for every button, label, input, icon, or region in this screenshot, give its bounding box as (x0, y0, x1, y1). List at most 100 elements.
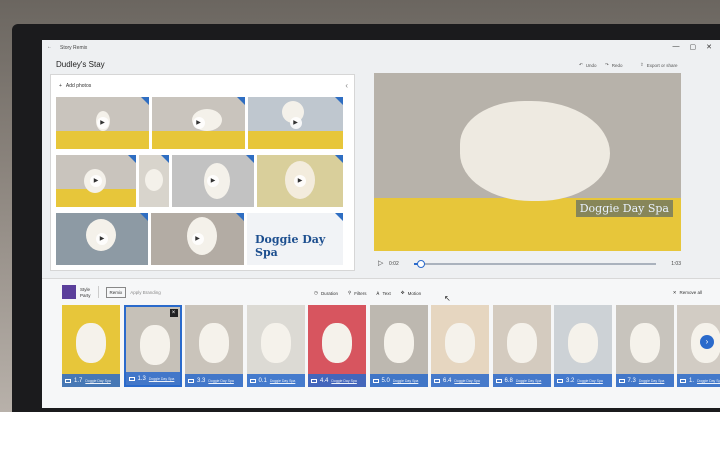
video-clip-icon (372, 378, 379, 383)
back-arrow-icon[interactable]: ← (47, 44, 52, 50)
clock-icon: ◷ (314, 290, 318, 295)
project-library: + Add photos ‹ ▶ ▶ ▶ ▶ ▶ ▶ ▶ ▶ Doggie Da… (50, 74, 355, 271)
clip-duration: 7.3 (627, 377, 636, 384)
clip-caption: 3.2 Doggie Day Spa (554, 374, 612, 387)
clip-subject (139, 325, 170, 365)
undo-icon: ↶ (579, 62, 583, 67)
export-icon: ⇪ (640, 62, 644, 67)
clip-duration: 3.2 (566, 377, 575, 384)
remove-clip-icon[interactable]: × (169, 309, 178, 317)
storyboard-clip[interactable]: 1. Doggie Day Spa (677, 305, 720, 387)
library-thumbnail[interactable]: ▶ (151, 213, 244, 265)
clip-caption: 6.8 Doggie Day Spa (492, 374, 551, 387)
playback-controls: ▷ 0:02 1:03 (374, 256, 681, 272)
video-clip-icon (249, 378, 256, 383)
storyboard-clip[interactable]: 6.4 Doggie Day Spa (431, 305, 489, 387)
seek-bar[interactable] (414, 260, 656, 268)
play-icon: ▶ (96, 117, 109, 129)
video-clip-icon (680, 378, 686, 383)
clip-title-text: Doggie Day Spa (331, 378, 357, 383)
storyboard-clip[interactable]: 3.2 Doggie Day Spa (554, 305, 612, 387)
clip-title-text: Doggie Day Spa (697, 378, 720, 383)
clip-subject (383, 323, 414, 363)
maximize-button[interactable]: ▢ (690, 43, 697, 51)
clip-caption: 1.7 Doggie Day Spa (62, 374, 120, 387)
text-icon: Ꭺ (376, 290, 380, 296)
app-window: ← Story Remix — ▢ ✕ Dudley's Stay ↶ Undo … (42, 40, 720, 408)
library-thumbnail[interactable]: ▶ (172, 155, 254, 207)
video-clip-icon (495, 378, 502, 383)
video-clip-icon (618, 378, 625, 383)
duration-button[interactable]: ◷ Duration (314, 290, 338, 296)
mouse-cursor: ↖ (444, 294, 451, 303)
storyboard-clip[interactable]: 7.3 Doggie Day Spa (615, 305, 674, 387)
library-thumbnail[interactable]: Doggie Day Spa (247, 213, 343, 265)
clip-caption: 4.4 Doggie Day Spa (308, 374, 366, 387)
clip-caption: 1. Doggie Day Spa (677, 374, 720, 387)
play-icon: ▶ (191, 233, 204, 245)
play-icon: ▶ (90, 175, 102, 187)
video-preview[interactable]: Doggie Day Spa (374, 73, 681, 251)
video-clip-icon (128, 376, 135, 381)
collapse-chevron-icon[interactable]: ‹ (345, 81, 348, 90)
library-thumbnail[interactable] (139, 155, 169, 207)
storyboard-clip[interactable]: 3.3 Doggie Day Spa (185, 305, 243, 387)
redo-button[interactable]: ↷ Redo (605, 62, 623, 68)
library-thumbnail[interactable]: ▶ (56, 213, 148, 265)
library-thumbnail[interactable]: ▶ (152, 97, 245, 149)
title-card-text: Doggie Day Spa (255, 233, 326, 259)
video-clip-icon (188, 378, 194, 383)
clip-caption: 3.3 Doggie Day Spa (185, 374, 243, 387)
close-icon: ✕ (672, 290, 677, 295)
clip-subject (629, 323, 660, 363)
apply-branding-button[interactable]: Apply Branding (130, 290, 161, 295)
library-thumbnail[interactable]: ▶ (248, 97, 343, 149)
text-button[interactable]: Ꭺ Text (377, 290, 391, 296)
play-icon: ▶ (192, 117, 205, 129)
library-thumbnail[interactable]: ▶ (257, 155, 343, 207)
library-thumbnail[interactable]: ▶ (56, 155, 136, 207)
clip-subject (445, 323, 475, 363)
filters-button[interactable]: ⚲ Filters (348, 290, 367, 296)
remove-all-button[interactable]: ✕ Remove all (673, 290, 702, 296)
clip-duration: 1. (689, 377, 695, 384)
remix-button[interactable]: Remix (105, 286, 127, 298)
add-photos-button[interactable]: + Add photos (59, 83, 91, 89)
preview-subject (460, 101, 610, 201)
clip-caption: 6.4 Doggie Day Spa (431, 374, 489, 387)
project-title[interactable]: Dudley's Stay (56, 60, 105, 69)
close-button[interactable]: ✕ (706, 43, 712, 51)
clip-subject (568, 323, 598, 363)
clip-subject (322, 323, 352, 363)
seek-handle[interactable] (417, 260, 426, 268)
clip-duration: 6.4 (443, 377, 452, 384)
undo-button[interactable]: ↶ Undo (579, 62, 597, 68)
clip-duration: 4.4 (320, 377, 329, 384)
motion-icon: ✥ (400, 290, 405, 295)
clip-caption: 0.1 Doggie Day Spa (246, 374, 305, 387)
library-thumbnail[interactable]: ▶ (56, 97, 149, 149)
storyboard-clip[interactable]: 1.7 Doggie Day Spa (62, 305, 120, 387)
clip-title-text: Doggie Day Spa (392, 378, 419, 383)
clip-subject (76, 323, 106, 363)
play-icon: ▶ (289, 117, 302, 129)
play-icon[interactable]: ▷ (378, 259, 383, 267)
storyboard-clip[interactable]: 6.8 Doggie Day Spa (492, 305, 551, 387)
storyboard-clip[interactable]: 5.0 Doggie Day Spa (369, 305, 428, 387)
theme-name: Party (80, 292, 91, 298)
theme-label: Style (80, 286, 91, 292)
motion-button[interactable]: ✥ Motion (401, 290, 421, 296)
clip-title-text: Doggie Day Spa (638, 378, 665, 383)
export-button[interactable]: ⇪ Export or share (640, 62, 678, 68)
chevron-right-icon[interactable]: › (700, 335, 714, 349)
theme-swatch[interactable] (62, 285, 76, 299)
storyboard-clip[interactable]: × 1.3 Doggie Day Spa (123, 305, 182, 387)
app-name: Story Remix (60, 45, 88, 51)
clip-subject (260, 323, 291, 363)
clip-subject (199, 323, 229, 363)
storyboard-clip[interactable]: 0.1 Doggie Day Spa (246, 305, 305, 387)
storyboard-clip[interactable]: 4.4 Doggie Day Spa (308, 305, 366, 387)
minimize-button[interactable]: — (673, 43, 680, 51)
clip-caption: 1.3 Doggie Day Spa (125, 372, 180, 385)
filter-icon: ⚲ (347, 290, 352, 295)
